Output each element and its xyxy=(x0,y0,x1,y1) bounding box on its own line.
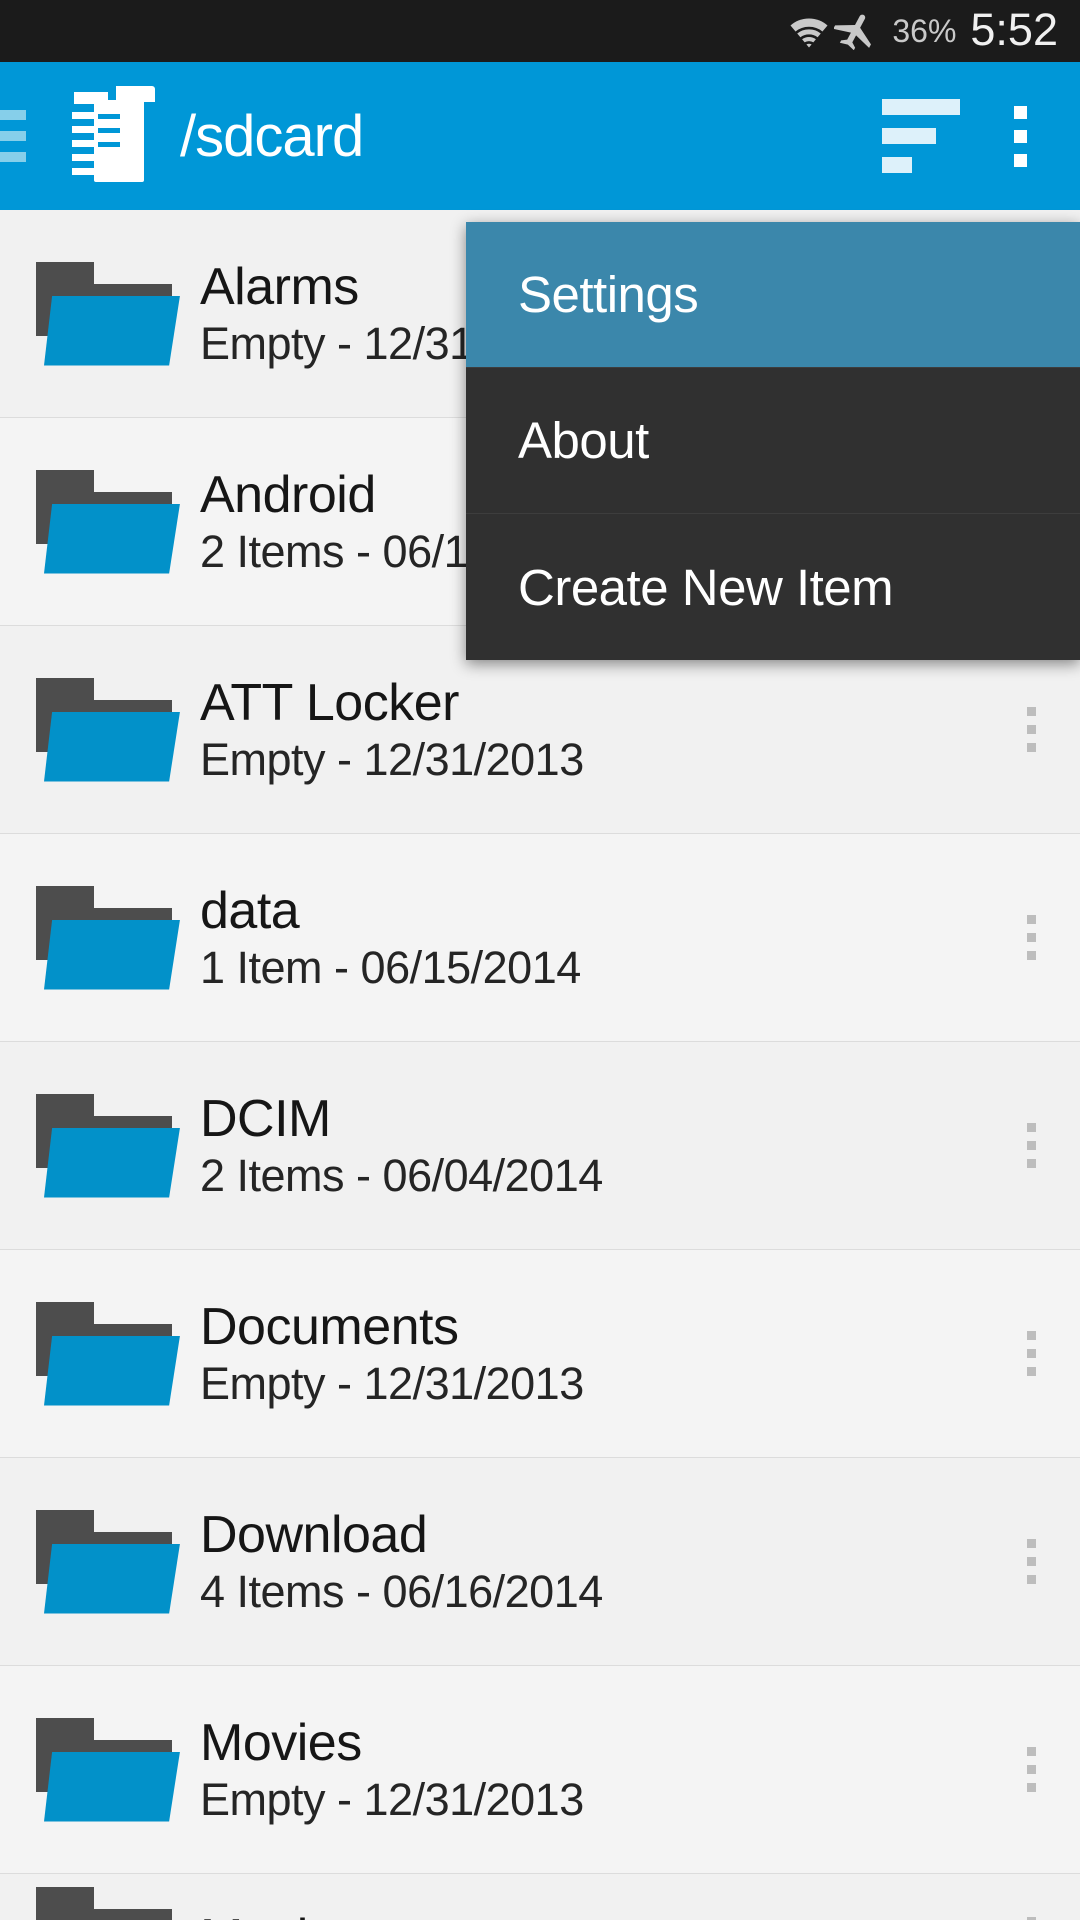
sort-icon[interactable] xyxy=(882,99,960,173)
menu-item-create-new-item[interactable]: Create New Item xyxy=(466,514,1080,660)
list-item-name: DCIM xyxy=(200,1089,331,1148)
wifi-icon xyxy=(788,14,830,48)
list-item[interactable]: DCIM 2 Items - 06/04/2014 xyxy=(0,1042,1080,1250)
page-title: /sdcard xyxy=(180,103,364,169)
list-item-text: DCIM 2 Items - 06/04/2014 xyxy=(200,1090,982,1202)
list-item-text: ATT Locker Empty - 12/31/2013 xyxy=(200,674,982,786)
battery-percentage: 36% xyxy=(892,12,957,49)
list-item[interactable]: Documents Empty - 12/31/2013 xyxy=(0,1250,1080,1458)
list-item[interactable]: data 1 Item - 06/15/2014 xyxy=(0,834,1080,1042)
list-item-text: Movies Empty - 12/31/2013 xyxy=(200,1714,982,1826)
list-item-text: Download 4 Items - 06/16/2014 xyxy=(200,1506,982,1618)
folder-icon xyxy=(36,469,180,574)
status-bar: 36% 5:52 xyxy=(0,0,1080,62)
row-overflow-menu-icon[interactable] xyxy=(982,1250,1080,1458)
row-overflow-menu-icon[interactable] xyxy=(982,1874,1080,1920)
airplane-mode-icon xyxy=(834,12,878,50)
list-item-name: ATT Locker xyxy=(200,673,459,732)
folder-icon xyxy=(36,1301,180,1406)
row-overflow-menu-icon[interactable] xyxy=(982,1042,1080,1250)
list-item-meta: Empty - 12/31/2013 xyxy=(200,733,584,785)
list-item-name: Music xyxy=(200,1909,982,1920)
app-bar: /sdcard xyxy=(0,62,1080,210)
menu-item-about[interactable]: About xyxy=(466,368,1080,514)
list-item[interactable]: Music xyxy=(0,1874,1080,1920)
folder-icon xyxy=(36,885,180,990)
list-item-text: data 1 Item - 06/15/2014 xyxy=(200,882,982,994)
folder-icon xyxy=(36,1509,180,1614)
list-item-text: Music xyxy=(200,1909,982,1920)
list-item-meta: Empty - 12/31/2013 xyxy=(200,1357,584,1409)
list-item-meta: Empty - 12/31/2013 xyxy=(200,1773,584,1825)
list-item-name: data xyxy=(200,881,300,940)
row-overflow-menu-icon[interactable] xyxy=(982,834,1080,1042)
row-overflow-menu-icon[interactable] xyxy=(982,1458,1080,1666)
overflow-dropdown-menu[interactable]: Settings About Create New Item xyxy=(466,222,1080,660)
clock-time: 5:52 xyxy=(970,3,1058,55)
row-overflow-menu-icon[interactable] xyxy=(982,1666,1080,1874)
folder-icon xyxy=(36,1093,180,1198)
folder-icon xyxy=(36,1717,180,1822)
folder-icon xyxy=(36,1887,172,1920)
menu-item-settings[interactable]: Settings xyxy=(466,222,1080,368)
list-item-name: Documents xyxy=(200,1297,459,1356)
list-item-meta: 2 Items - 06/04/2014 xyxy=(200,1149,603,1201)
list-item[interactable]: Download 4 Items - 06/16/2014 xyxy=(0,1458,1080,1666)
list-item[interactable]: Movies Empty - 12/31/2013 xyxy=(0,1666,1080,1874)
overflow-menu-icon[interactable] xyxy=(960,62,1080,210)
list-item-name: Movies xyxy=(200,1713,362,1772)
list-item-meta: 4 Items - 06/16/2014 xyxy=(200,1565,603,1617)
app-screen: 36% 5:52 /sdcard Alarms Empty - 12/31/20… xyxy=(0,0,1080,1920)
folder-icon xyxy=(36,677,180,782)
list-item-name: Download xyxy=(200,1505,428,1564)
hamburger-menu-icon[interactable] xyxy=(0,106,26,166)
list-item-text: Documents Empty - 12/31/2013 xyxy=(200,1298,982,1410)
list-item-meta: 1 Item - 06/15/2014 xyxy=(200,941,581,993)
folder-document-icon xyxy=(62,84,158,189)
folder-icon xyxy=(36,261,180,366)
